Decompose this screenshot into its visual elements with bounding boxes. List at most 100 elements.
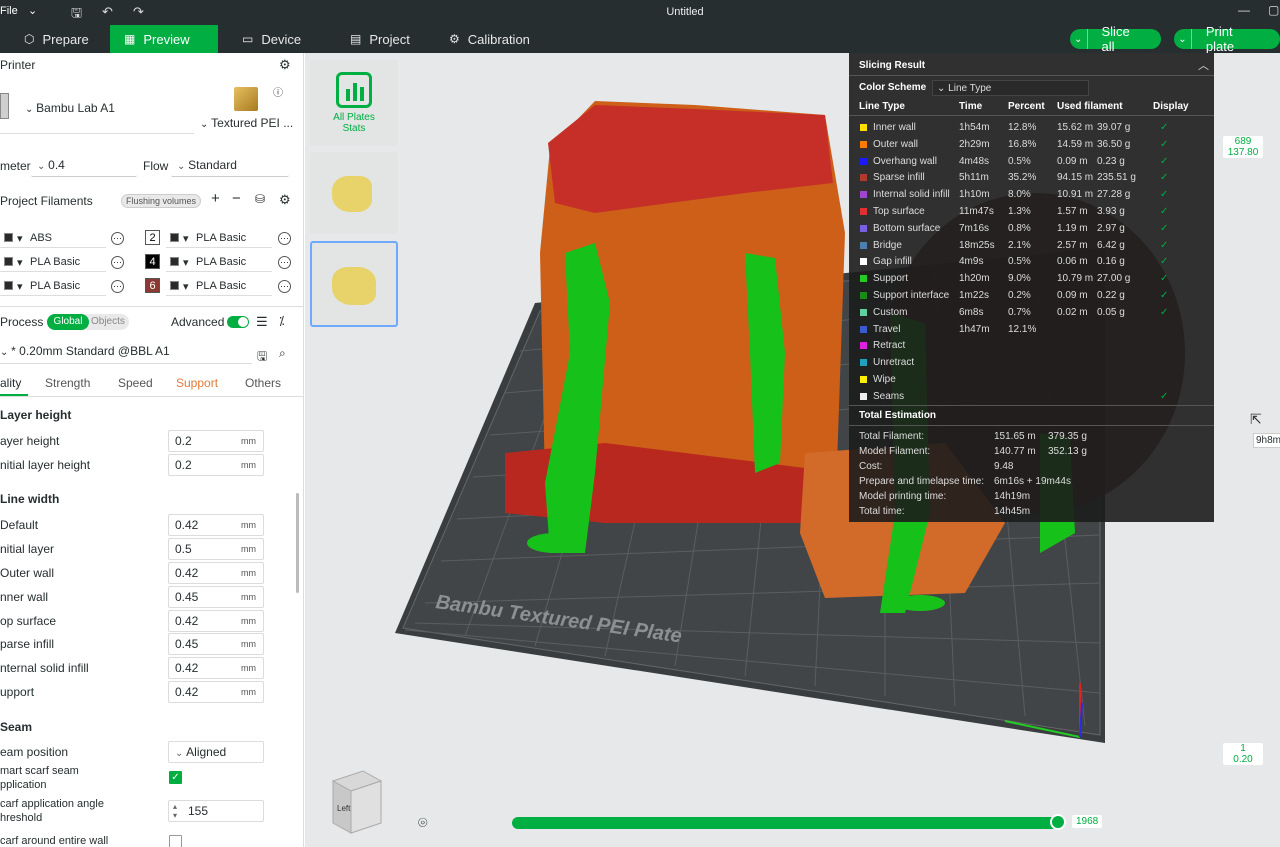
tab-quality[interactable]: ality bbox=[0, 376, 21, 390]
line-type-row[interactable]: Inner wall 1h54m 12.8% 15.62 m 39.07 g ✓ bbox=[849, 120, 1214, 136]
display-checkbox[interactable]: ✓ bbox=[1160, 156, 1168, 167]
display-checkbox[interactable]: ✓ bbox=[1160, 290, 1168, 301]
collapse-icon[interactable]: ︿ bbox=[1198, 57, 1209, 73]
flow-select[interactable]: ⌄ Standard bbox=[171, 155, 289, 177]
filament-edit-icon[interactable]: ⋯ bbox=[111, 232, 124, 245]
line-type-row[interactable]: Support 1h20m 9.0% 10.79 m 27.00 g ✓ bbox=[849, 271, 1214, 287]
lw-outer-wall-input[interactable]: 0.42 mm bbox=[168, 562, 264, 584]
line-type-row[interactable]: Retract bbox=[849, 338, 1214, 354]
save-icon[interactable]: 🖫 bbox=[257, 347, 267, 368]
display-checkbox[interactable]: ✓ bbox=[1160, 240, 1168, 251]
filament-edit-icon[interactable]: ⋯ bbox=[278, 280, 291, 293]
chevron-down-icon[interactable]: ⌄ bbox=[1174, 29, 1192, 49]
search-icon[interactable]: ⌕ bbox=[279, 346, 286, 361]
filament-edit-icon[interactable]: ⋯ bbox=[111, 280, 124, 293]
display-checkbox[interactable]: ✓ bbox=[1160, 256, 1168, 267]
display-checkbox[interactable]: ✓ bbox=[1160, 273, 1168, 284]
process-preset-select[interactable]: ⌄ * 0.20mm Standard @BBL A1 bbox=[0, 344, 252, 364]
print-plate-button[interactable]: ⌄ Print plate bbox=[1174, 24, 1280, 54]
tab-device[interactable]: ▭ Device bbox=[228, 25, 315, 53]
line-type-row[interactable]: Unretract bbox=[849, 355, 1214, 371]
maximize-icon[interactable]: ▢ bbox=[1268, 3, 1279, 17]
lw-inner-wall-input[interactable]: 0.45 mm bbox=[168, 586, 264, 608]
lw-support-input[interactable]: 0.42 mm bbox=[168, 681, 264, 703]
lw-default-input[interactable]: 0.42 mm bbox=[168, 514, 264, 536]
filament-slot-5[interactable]: ▾ PLA Basic bbox=[0, 276, 106, 296]
display-checkbox[interactable]: ✓ bbox=[1160, 206, 1168, 217]
display-checkbox[interactable]: ✓ bbox=[1160, 391, 1168, 402]
info-icon[interactable]: ⓘ bbox=[273, 84, 283, 99]
smart-scarf-checkbox[interactable]: ✓ bbox=[169, 771, 182, 784]
display-checkbox[interactable]: ✓ bbox=[1160, 139, 1168, 150]
initial-layer-height-input[interactable]: 0.2 mm bbox=[168, 454, 264, 476]
filament-slot-1[interactable]: ▾ ABS bbox=[0, 228, 106, 248]
move-slider-handle[interactable] bbox=[1050, 814, 1066, 830]
line-type-row[interactable]: Support interface 1m22s 0.2% 0.09 m 0.22 g ✓ bbox=[849, 288, 1214, 304]
line-type-row[interactable]: Custom 6m8s 0.7% 0.02 m 0.05 g ✓ bbox=[849, 305, 1214, 321]
filament-slot-4[interactable]: ▾ PLA Basic bbox=[166, 252, 272, 272]
scrollbar[interactable] bbox=[296, 493, 299, 593]
display-checkbox[interactable]: ✓ bbox=[1160, 172, 1168, 183]
advanced-toggle[interactable] bbox=[227, 316, 249, 328]
scarf-angle-stepper[interactable]: ▴ ▾ 155 bbox=[168, 800, 264, 822]
line-type-row[interactable]: Internal solid infill 1h10m 8.0% 10.91 m 27.… bbox=[849, 187, 1214, 203]
chevron-down-icon[interactable]: ⌄ bbox=[1070, 29, 1088, 49]
objects-option[interactable]: Objects bbox=[91, 316, 125, 327]
move-slider[interactable] bbox=[512, 817, 1058, 829]
scarf-entire-wall-checkbox[interactable] bbox=[169, 835, 182, 847]
all-plates-stats-button[interactable]: All Plates Stats bbox=[310, 60, 398, 146]
lw-initial-layer-input[interactable]: 0.5 mm bbox=[168, 538, 264, 560]
screenshot-icon[interactable]: ⌾ bbox=[418, 815, 428, 833]
lw-top-surface-input[interactable]: 0.42 mm bbox=[168, 610, 264, 632]
view-cube[interactable]: Left bbox=[323, 763, 383, 837]
gear-icon[interactable]: ⚙ bbox=[279, 57, 291, 73]
filament-slot-6[interactable]: ▾ PLA Basic bbox=[166, 276, 272, 296]
display-checkbox[interactable]: ✓ bbox=[1160, 307, 1168, 318]
minimize-icon[interactable]: — bbox=[1238, 3, 1250, 17]
seam-position-select[interactable]: ⌄ Aligned bbox=[168, 741, 264, 763]
color-scheme-select[interactable]: ⌄ Line Type bbox=[932, 80, 1089, 96]
line-type-row[interactable]: Gap infill 4m9s 0.5% 0.06 m 0.16 g ✓ bbox=[849, 254, 1214, 270]
line-type-row[interactable]: Travel 1h47m 12.1% bbox=[849, 322, 1214, 338]
flushing-volumes-button[interactable]: Flushing volumes bbox=[121, 194, 202, 208]
tab-calibration[interactable]: ⚙ Calibration bbox=[435, 25, 544, 53]
line-type-row[interactable]: Sparse infill 5h11m 35.2% 94.15 m 235.51 g ✓ bbox=[849, 170, 1214, 186]
display-checkbox[interactable]: ✓ bbox=[1160, 122, 1168, 133]
line-type-row[interactable]: Bottom surface 7m16s 0.8% 1.19 m 2.97 g ✓ bbox=[849, 221, 1214, 237]
filament-slot-3[interactable]: ▾ PLA Basic bbox=[0, 252, 106, 272]
filament-edit-icon[interactable]: ⋯ bbox=[111, 256, 124, 269]
tab-prepare[interactable]: ⬡ Prepare bbox=[10, 25, 103, 53]
lw-sparse-infill-input[interactable]: 0.45 mm bbox=[168, 633, 264, 655]
display-checkbox[interactable]: ✓ bbox=[1160, 189, 1168, 200]
tab-strength[interactable]: Strength bbox=[45, 376, 90, 390]
compare-icon[interactable]: ⁒ bbox=[279, 314, 284, 328]
filament-edit-icon[interactable]: ⋯ bbox=[278, 232, 291, 245]
remove-icon[interactable]: − bbox=[232, 190, 241, 207]
filament-slot-2[interactable]: ▾ PLA Basic bbox=[166, 228, 272, 248]
printer-select[interactable]: ⌄ Bambu Lab A1 bbox=[25, 101, 115, 115]
tab-others[interactable]: Others bbox=[245, 376, 281, 390]
plate-select[interactable]: ⌄ Textured PEI ... bbox=[200, 116, 293, 130]
filament-sync-icon[interactable]: ⛁ bbox=[255, 192, 265, 206]
gear-icon[interactable]: ⚙ bbox=[279, 192, 291, 208]
nozzle-select[interactable]: ⌄ 0.4 bbox=[31, 155, 137, 177]
line-type-row[interactable]: Seams ✓ bbox=[849, 389, 1214, 405]
plate-2-thumbnail[interactable] bbox=[310, 241, 398, 327]
line-type-row[interactable]: Bridge 18m25s 2.1% 2.57 m 6.42 g ✓ bbox=[849, 238, 1214, 254]
tab-project[interactable]: ▤ Project bbox=[336, 25, 424, 53]
add-icon[interactable]: + bbox=[211, 190, 220, 207]
line-type-row[interactable]: Outer wall 2h29m 16.8% 14.59 m 36.50 g ✓ bbox=[849, 137, 1214, 153]
tab-preview[interactable]: ▦ Preview bbox=[110, 25, 218, 53]
tab-speed[interactable]: Speed bbox=[118, 376, 153, 390]
global-option[interactable]: Global bbox=[47, 314, 89, 330]
stepper-arrows-icon[interactable]: ▴ ▾ bbox=[173, 802, 177, 820]
lw-internal-solid-input[interactable]: 0.42 mm bbox=[168, 657, 264, 679]
line-type-row[interactable]: Top surface 11m47s 1.3% 1.57 m 3.93 g ✓ bbox=[849, 204, 1214, 220]
line-type-row[interactable]: Overhang wall 4m48s 0.5% 0.09 m 0.23 g ✓ bbox=[849, 154, 1214, 170]
filament-edit-icon[interactable]: ⋯ bbox=[278, 256, 291, 269]
global-objects-toggle[interactable]: Global Objects bbox=[47, 314, 129, 330]
slice-all-button[interactable]: ⌄ Slice all bbox=[1070, 24, 1161, 54]
layer-height-input[interactable]: 0.2 mm bbox=[168, 430, 264, 452]
tab-support[interactable]: Support bbox=[176, 376, 218, 390]
display-checkbox[interactable]: ✓ bbox=[1160, 223, 1168, 234]
